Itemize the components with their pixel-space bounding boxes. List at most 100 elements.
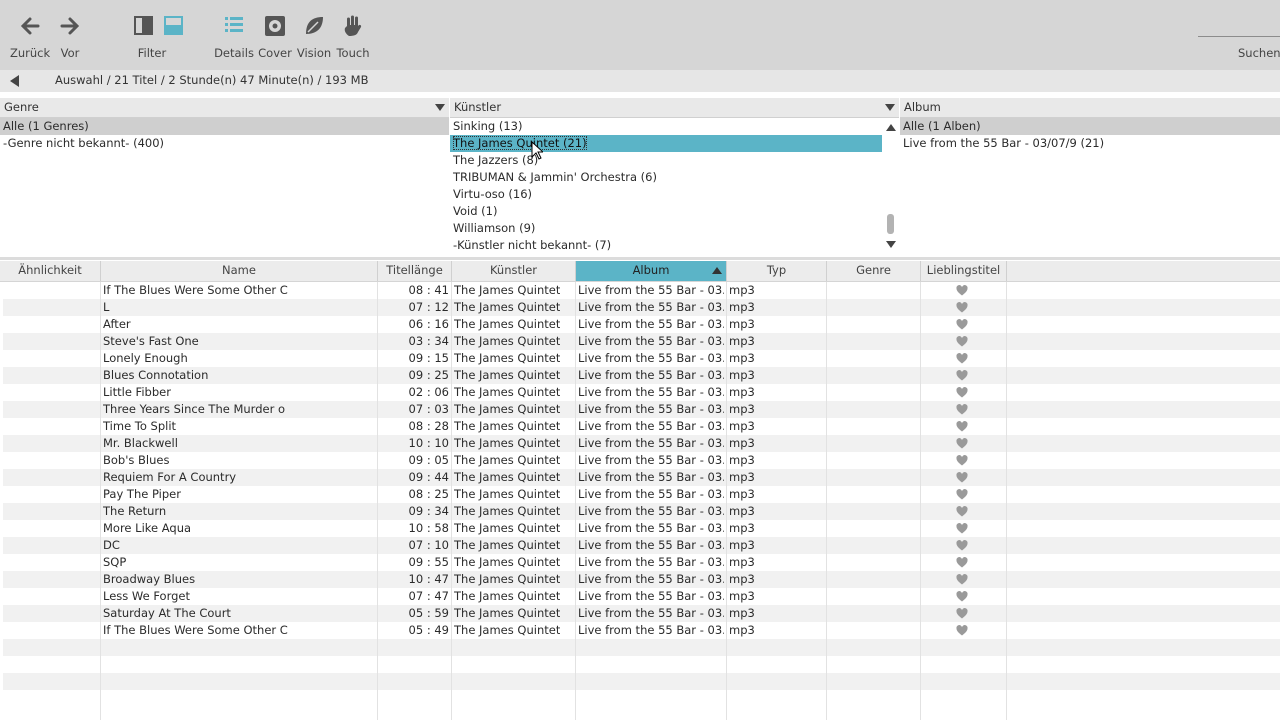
artist-item[interactable]: Void (1) (450, 203, 497, 220)
artist-scrollbar[interactable] (883, 118, 898, 254)
column-divider (451, 282, 452, 720)
heart-icon[interactable] (956, 438, 968, 449)
heart-icon[interactable] (956, 625, 968, 636)
cell-type: mp3 (729, 470, 755, 484)
heart-icon[interactable] (956, 489, 968, 500)
heart-icon[interactable] (956, 574, 968, 585)
table-row[interactable]: Requiem For A Country 09 : 44 The James Qu… (3, 469, 1280, 486)
col-name[interactable]: Name (101, 261, 378, 281)
cell-album: Live from the 55 Bar - 03... (578, 385, 724, 399)
cell-artist: The James Quintet (454, 521, 561, 535)
col-similarity[interactable]: Ähnlichkeit (0, 261, 101, 281)
forward-button[interactable]: Vor (50, 0, 90, 70)
table-row[interactable]: Time To Split 08 : 28 The James Quintet Liv… (3, 418, 1280, 435)
cell-album: Live from the 55 Bar - 03... (578, 470, 724, 484)
table-row[interactable]: Bob's Blues 09 : 05 The James Quintet Live … (3, 452, 1280, 469)
heart-icon[interactable] (956, 591, 968, 602)
album-item[interactable]: Live from the 55 Bar - 03/07/9 (21) (900, 135, 1104, 152)
table-row[interactable]: Broadway Blues 10 : 47 The James Quintet Li… (3, 571, 1280, 588)
genre-item-unknown[interactable]: -Genre nicht bekannt- (400) (0, 135, 164, 152)
heart-icon[interactable] (956, 404, 968, 415)
artist-item[interactable]: Williamson (9) (450, 220, 535, 237)
col-length[interactable]: Titellänge (378, 261, 452, 281)
heart-icon[interactable] (956, 387, 968, 398)
table-row[interactable]: If The Blues Were Some Other C 08 : 41 The… (3, 282, 1280, 299)
table-row[interactable]: Less We Forget 07 : 47 The James Quintet Li… (3, 588, 1280, 605)
table-row[interactable]: Blues Connotation 09 : 25 The James Quinte… (3, 367, 1280, 384)
artist-item[interactable]: TRIBUMAN & Jammin' Orchestra (6) (450, 169, 657, 186)
table-row[interactable]: Steve's Fast One 03 : 34 The James Quintet… (3, 333, 1280, 350)
artist-item[interactable]: The Jazzers (8) (450, 152, 538, 169)
table-row[interactable]: Mr. Blackwell 10 : 10 The James Quintet Liv… (3, 435, 1280, 452)
cell-type: mp3 (729, 504, 755, 518)
table-row[interactable]: More Like Aqua 10 : 58 The James Quintet Li… (3, 520, 1280, 537)
pane-splitter[interactable] (0, 257, 1280, 260)
heart-icon[interactable] (956, 302, 968, 313)
cell-length: 07 : 12 (408, 300, 449, 314)
heart-icon[interactable] (956, 557, 968, 568)
heart-icon[interactable] (956, 455, 968, 466)
heart-icon[interactable] (956, 608, 968, 619)
cell-album: Live from the 55 Bar - 03... (578, 368, 724, 382)
col-album-label: Album (632, 263, 670, 277)
col-artist[interactable]: Künstler (452, 261, 576, 281)
album-item-all[interactable]: Alle (1 Alben) (900, 118, 1280, 135)
cover-button[interactable]: Cover (255, 0, 295, 70)
cell-artist: The James Quintet (454, 385, 561, 399)
cell-length: 09 : 25 (408, 368, 449, 382)
heart-icon[interactable] (956, 472, 968, 483)
table-row[interactable]: DC 07 : 10 The James Quintet Live from the … (3, 537, 1280, 554)
table-row[interactable]: Saturday At The Court 05 : 59 The James Qu… (3, 605, 1280, 622)
cell-artist: The James Quintet (454, 368, 561, 382)
filter-button[interactable]: Filter (122, 0, 183, 70)
artist-item[interactable]: Sinking (13) (450, 118, 523, 135)
artist-item[interactable]: Virtu-oso (16) (450, 186, 532, 203)
table-row[interactable]: Lonely Enough 09 : 15 The James Quintet Liv… (3, 350, 1280, 367)
table-row[interactable]: The Return 09 : 34 The James Quintet Live f… (3, 503, 1280, 520)
heart-icon[interactable] (956, 336, 968, 347)
genre-item-all[interactable]: Alle (1 Genres) (0, 118, 449, 135)
cell-artist: The James Quintet (454, 623, 561, 637)
artist-pane-title: Künstler (454, 100, 502, 114)
back-button[interactable]: Zurück (10, 0, 50, 70)
heart-icon[interactable] (956, 353, 968, 364)
vision-label: Vision (296, 46, 332, 60)
artist-pane-header[interactable]: Künstler (450, 98, 899, 118)
table-row[interactable]: Little Fibber 02 : 06 The James Quintet Liv… (3, 384, 1280, 401)
col-type[interactable]: Typ (727, 261, 827, 281)
details-button[interactable]: Details (214, 0, 254, 70)
heart-icon[interactable] (956, 319, 968, 330)
search-input[interactable] (1198, 36, 1280, 37)
heart-icon[interactable] (956, 370, 968, 381)
cell-album: Live from the 55 Bar - 03... (578, 436, 724, 450)
chevron-down-icon[interactable] (435, 104, 445, 111)
col-album[interactable]: Album (576, 261, 727, 281)
col-favorite[interactable]: Lieblingstitel (921, 261, 1007, 281)
table-row[interactable]: If The Blues Were Some Other C 05 : 49 The… (3, 622, 1280, 639)
heart-icon[interactable] (956, 506, 968, 517)
cell-album: Live from the 55 Bar - 03... (578, 504, 724, 518)
table-row[interactable]: Three Years Since The Murder o 07 : 03 The… (3, 401, 1280, 418)
col-genre[interactable]: Genre (827, 261, 921, 281)
table-row[interactable]: Pay The Piper 08 : 25 The James Quintet Liv… (3, 486, 1280, 503)
table-row[interactable]: SQP 09 : 55 The James Quintet Live from the… (3, 554, 1280, 571)
vision-button[interactable]: Vision (294, 0, 334, 70)
heart-icon[interactable] (956, 285, 968, 296)
table-row[interactable]: After 06 : 16 The James Quintet Live from t… (3, 316, 1280, 333)
chevron-down-icon[interactable] (885, 104, 895, 111)
cell-name: Less We Forget (103, 589, 190, 603)
heart-icon[interactable] (956, 540, 968, 551)
scroll-down-icon[interactable] (886, 241, 896, 248)
artist-item-selected[interactable]: The James Quintet (21) (450, 135, 882, 152)
artist-item[interactable]: -Künstler nicht bekannt- (7) (450, 237, 611, 254)
heart-icon[interactable] (956, 421, 968, 432)
touch-button[interactable]: Touch (333, 0, 373, 70)
table-row[interactable]: L 07 : 12 The James Quintet Live from the 5… (3, 299, 1280, 316)
breadcrumb-back-icon[interactable] (10, 75, 19, 87)
genre-pane-header[interactable]: Genre (0, 98, 449, 118)
heart-icon[interactable] (956, 523, 968, 534)
scroll-up-icon[interactable] (886, 124, 896, 131)
album-pane-header[interactable]: Album (900, 98, 1280, 118)
scroll-thumb[interactable] (887, 214, 894, 234)
cell-artist: The James Quintet (454, 589, 561, 603)
